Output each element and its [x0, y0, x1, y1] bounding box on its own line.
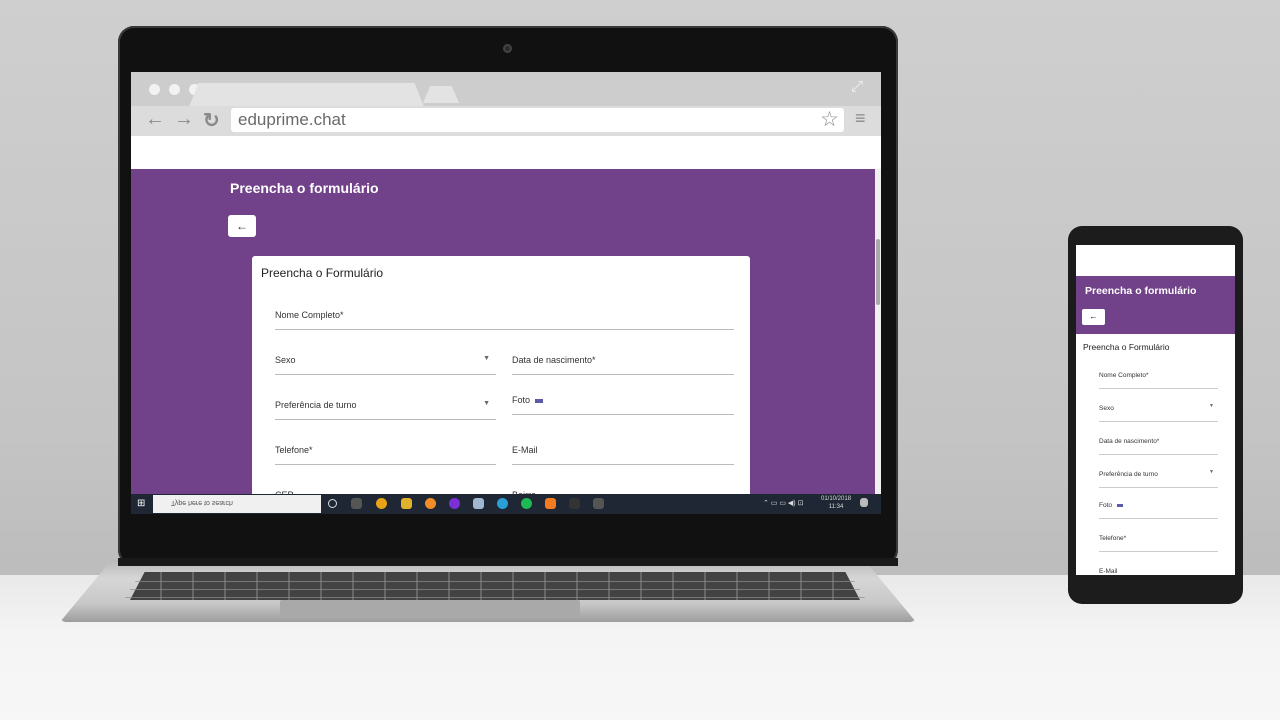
back-arrow-icon[interactable]: ← [145, 108, 165, 131]
browser-chrome: ⤢ ← → ↻ eduprime.chat ☆ ≡ [131, 72, 881, 170]
chevron-down-icon: ▼ [483, 355, 490, 362]
foto-label: Foto [512, 395, 544, 405]
keyboard-rows [125, 574, 865, 598]
form-title: Preencha o Formulário [261, 266, 384, 280]
tab-bar: ⤢ [131, 72, 881, 107]
forward-arrow-icon[interactable]: → [174, 108, 194, 131]
turno-select[interactable]: Preferência de turno ▼ [275, 390, 496, 420]
phone-form-title: Preencha o Formulário [1083, 342, 1170, 352]
task-view-icon[interactable] [351, 498, 362, 509]
field-label: E-Mail [1099, 568, 1118, 575]
nav-bar: ← → ↻ eduprime.chat ☆ ≡ [131, 106, 881, 136]
window-close-dot[interactable] [149, 84, 160, 95]
laptop-screen: ⤢ ← → ↻ eduprime.chat ☆ ≡ Preencha o for… [131, 72, 881, 514]
phone: Preencha o formulário ← Preencha o Formu… [1068, 226, 1243, 604]
cortana-icon[interactable] [328, 499, 337, 508]
search-placeholder: Type here to search [171, 499, 233, 506]
bookmark-star-icon[interactable]: ☆ [820, 107, 839, 132]
field-label: Sexo [1099, 405, 1114, 412]
windows-taskbar: ⊞ Type here to search ⌃ ▭ ▭ ◀) ⊡ 01/10/2… [131, 494, 881, 514]
nascimento-field[interactable]: Data de nascimento* [512, 345, 734, 375]
back-button[interactable]: ← [228, 215, 256, 237]
foto-field[interactable]: Foto [512, 385, 734, 415]
chevron-down-icon: ▼ [1209, 403, 1214, 409]
browser-tab-active[interactable] [189, 83, 424, 107]
phone-nascimento-field[interactable]: Data de nascimento* [1099, 431, 1218, 455]
form-card: Preencha o Formulário Nome Completo* Sex… [252, 256, 750, 501]
phone-sexo-select[interactable]: Sexo ▼ [1099, 398, 1218, 422]
scrollbar[interactable] [875, 169, 881, 494]
app-icon[interactable] [449, 498, 460, 509]
nome-field[interactable]: Nome Completo* [275, 300, 734, 330]
file-explorer-icon[interactable] [401, 498, 412, 509]
app-icon[interactable] [593, 498, 604, 509]
page-header-strip [131, 136, 881, 168]
field-label: Data de nascimento* [1099, 438, 1160, 445]
laptop-hinge [118, 558, 898, 566]
field-label: Foto [1099, 502, 1124, 509]
taskbar-search[interactable]: Type here to search [153, 495, 321, 513]
spotify-icon[interactable] [521, 498, 532, 509]
chevron-down-icon: ▼ [483, 400, 490, 407]
new-tab-button[interactable] [423, 86, 459, 103]
reload-icon[interactable]: ↻ [203, 108, 220, 133]
chevron-down-icon: ▼ [1209, 469, 1214, 475]
telegram-icon[interactable] [497, 498, 508, 509]
sexo-select[interactable]: Sexo ▼ [275, 345, 496, 375]
url-text: eduprime.chat [238, 110, 346, 129]
field-label: Preferência de turno [1099, 471, 1158, 478]
clock-date: 01/10/2018 [821, 496, 852, 502]
field-label: Telefone* [1099, 535, 1127, 542]
phone-page-title: Preencha o formulário [1085, 285, 1197, 297]
windows-start-icon[interactable]: ⊞ [137, 498, 145, 509]
page-title: Preencha o formulário [230, 180, 379, 196]
phone-back-button[interactable]: ← [1082, 309, 1105, 325]
clock-time: 11:34 [828, 504, 844, 510]
taskbar-clock[interactable]: 01/10/2018 11:34 [821, 495, 851, 511]
app-icon[interactable] [545, 498, 556, 509]
notification-icon[interactable] [860, 498, 868, 507]
telefone-label: Telefone* [275, 445, 313, 455]
foto-text: Foto [1099, 502, 1113, 509]
sexo-label: Sexo [275, 355, 296, 365]
file-icon [535, 398, 544, 403]
trackpad [280, 600, 580, 616]
address-bar[interactable]: eduprime.chat ☆ [231, 108, 844, 132]
email-field[interactable]: E-Mail [512, 435, 734, 465]
telefone-field[interactable]: Telefone* [275, 435, 496, 465]
app-icon[interactable] [425, 498, 436, 509]
webcam [503, 44, 512, 53]
app-icon[interactable] [569, 498, 580, 509]
field-label: Nome Completo* [1099, 372, 1149, 379]
scrollbar-thumb[interactable] [876, 239, 880, 305]
foto-label-text: Foto [512, 395, 531, 405]
phone-telefone-field[interactable]: Telefone* [1099, 528, 1218, 552]
nome-label: Nome Completo* [275, 310, 344, 320]
file-icon [1117, 503, 1124, 507]
phone-email-field[interactable]: E-Mail [1099, 561, 1218, 575]
browser-menu-icon[interactable]: ≡ [855, 108, 866, 129]
window-minimize-dot[interactable] [169, 84, 180, 95]
app-icon[interactable] [473, 498, 484, 509]
phone-foto-field[interactable]: Foto [1099, 495, 1218, 519]
system-tray-icons[interactable]: ⌃ ▭ ▭ ◀) ⊡ [763, 499, 803, 507]
phone-turno-select[interactable]: Preferência de turno ▼ [1099, 464, 1218, 488]
chrome-icon[interactable] [376, 498, 387, 509]
nascimento-label: Data de nascimento* [512, 355, 596, 365]
fullscreen-icon[interactable]: ⤢ [851, 78, 863, 95]
phone-nome-field[interactable]: Nome Completo* [1099, 365, 1218, 389]
email-label: E-Mail [512, 445, 538, 455]
phone-screen: Preencha o formulário ← Preencha o Formu… [1076, 245, 1235, 575]
turno-label: Preferência de turno [275, 400, 357, 410]
